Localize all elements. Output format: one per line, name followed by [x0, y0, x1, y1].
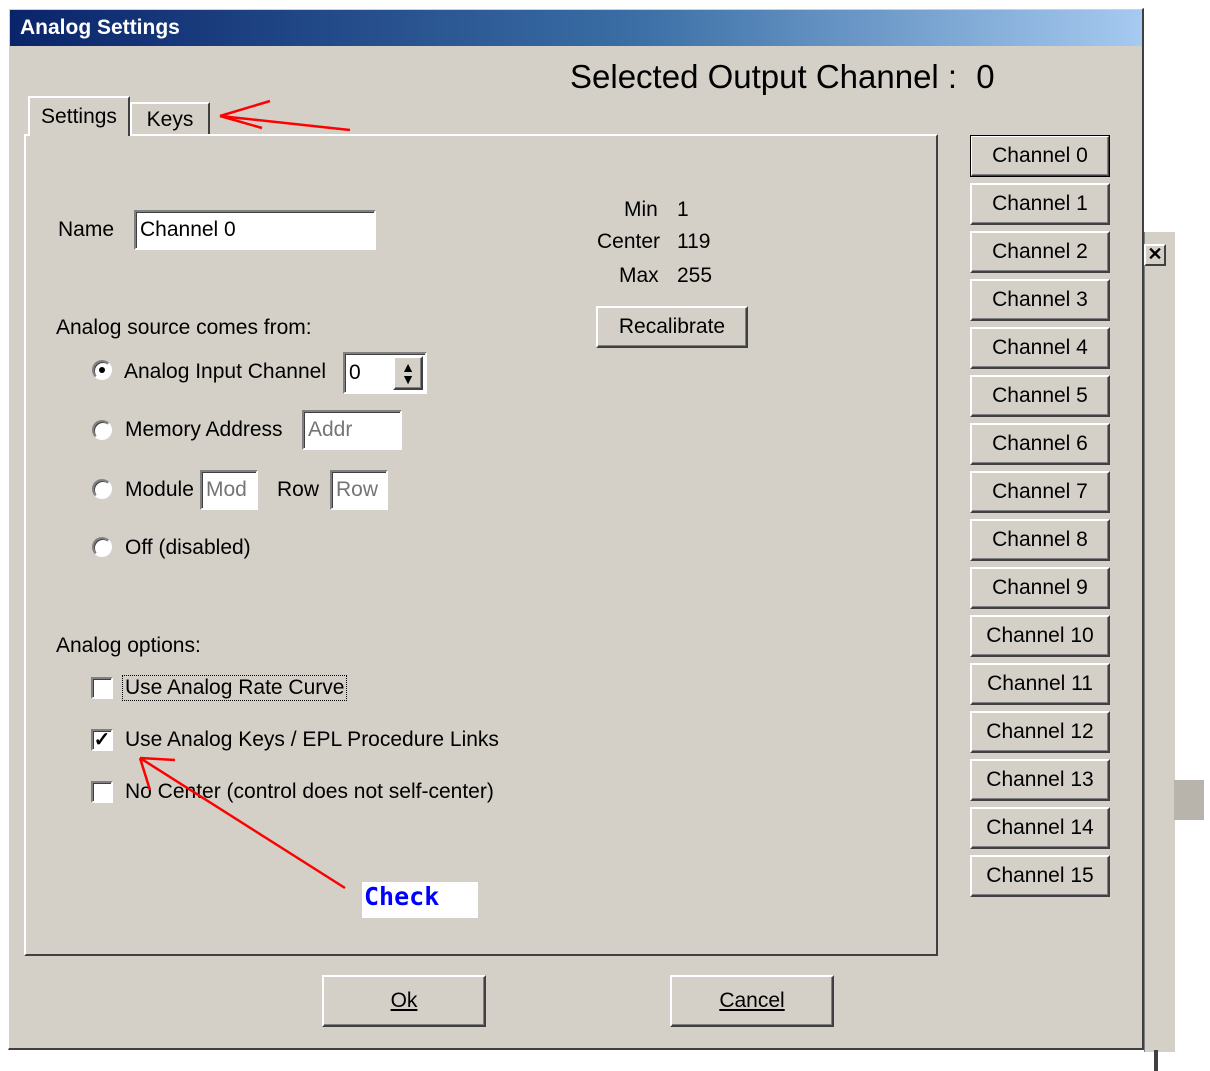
window-title: Analog Settings: [20, 16, 180, 39]
max-value: 255: [677, 264, 713, 287]
tab-settings[interactable]: Settings: [28, 96, 130, 136]
cancel-button[interactable]: Cancel: [670, 975, 834, 1027]
background-window-divider: [1154, 1050, 1158, 1071]
channel-button-11[interactable]: Channel 11: [970, 663, 1110, 705]
spinner-up-down-button[interactable]: ▲ ▼: [393, 356, 423, 390]
source-heading: Analog source comes from:: [56, 316, 312, 339]
background-close-button[interactable]: ✕: [1144, 244, 1166, 266]
analog-keys-label: Use Analog Keys / EPL Procedure Links: [125, 728, 499, 751]
channel-button-4[interactable]: Channel 4: [970, 327, 1110, 369]
tab-settings-label: Settings: [41, 105, 117, 128]
title-bar: Analog Settings: [10, 10, 1142, 46]
center-label: Center: [597, 230, 661, 253]
radio-module[interactable]: [92, 479, 112, 499]
name-field[interactable]: [134, 210, 376, 250]
row-field[interactable]: [330, 470, 388, 510]
row-label: Row: [277, 478, 320, 501]
channel-button-0[interactable]: Channel 0: [970, 135, 1110, 177]
memory-address-field[interactable]: [302, 410, 402, 450]
channel-button-1[interactable]: Channel 1: [970, 183, 1110, 225]
center-value: 119: [677, 230, 711, 253]
radio-analog-input[interactable]: [92, 360, 112, 380]
selected-channel-value: 0: [976, 58, 995, 95]
memory-address-label: Memory Address: [125, 418, 283, 441]
channel-button-14[interactable]: Channel 14: [970, 807, 1110, 849]
radio-off[interactable]: [92, 537, 112, 557]
analog-input-label: Analog Input Channel: [124, 360, 326, 383]
selected-output-channel: Selected Output Channel : 0: [570, 58, 995, 96]
no-center-label: No Center (control does not self-center): [125, 780, 494, 803]
off-label: Off (disabled): [125, 536, 251, 559]
background-window-fragment: [1174, 780, 1204, 820]
checkbox-no-center[interactable]: [91, 781, 113, 803]
channel-button-8[interactable]: Channel 8: [970, 519, 1110, 561]
radio-memory-address[interactable]: [92, 420, 112, 440]
channel-button-13[interactable]: Channel 13: [970, 759, 1110, 801]
checkbox-analog-keys[interactable]: ✓: [91, 729, 113, 751]
rate-curve-label: Use Analog Rate Curve: [121, 675, 348, 701]
recalibrate-button[interactable]: Recalibrate: [596, 306, 748, 348]
channel-button-6[interactable]: Channel 6: [970, 423, 1110, 465]
module-field[interactable]: [200, 470, 258, 510]
selected-channel-label: Selected Output Channel :: [570, 58, 958, 95]
channel-button-5[interactable]: Channel 5: [970, 375, 1110, 417]
tab-keys-label: Keys: [146, 108, 194, 131]
name-label: Name: [58, 218, 115, 241]
channel-button-3[interactable]: Channel 3: [970, 279, 1110, 321]
max-label: Max: [619, 264, 659, 287]
checkbox-rate-curve[interactable]: [91, 677, 113, 699]
channel-button-10[interactable]: Channel 10: [970, 615, 1110, 657]
ok-label: Ok: [390, 989, 418, 1012]
annotation-check-label: Check: [364, 882, 440, 911]
channel-button-9[interactable]: Channel 9: [970, 567, 1110, 609]
background-window-edge: [1144, 232, 1175, 1052]
radio-selected-dot: [99, 367, 105, 373]
ok-button[interactable]: Ok: [322, 975, 486, 1027]
tab-keys[interactable]: Keys: [130, 102, 210, 136]
channel-button-2[interactable]: Channel 2: [970, 231, 1110, 273]
channel-button-15[interactable]: Channel 15: [970, 855, 1110, 897]
channel-button-7[interactable]: Channel 7: [970, 471, 1110, 513]
options-heading: Analog options:: [56, 634, 201, 657]
channel-button-12[interactable]: Channel 12: [970, 711, 1110, 753]
module-label: Module: [125, 478, 194, 501]
min-value: 1: [677, 198, 689, 221]
min-label: Min: [624, 198, 658, 221]
cancel-label: Cancel: [719, 989, 785, 1012]
